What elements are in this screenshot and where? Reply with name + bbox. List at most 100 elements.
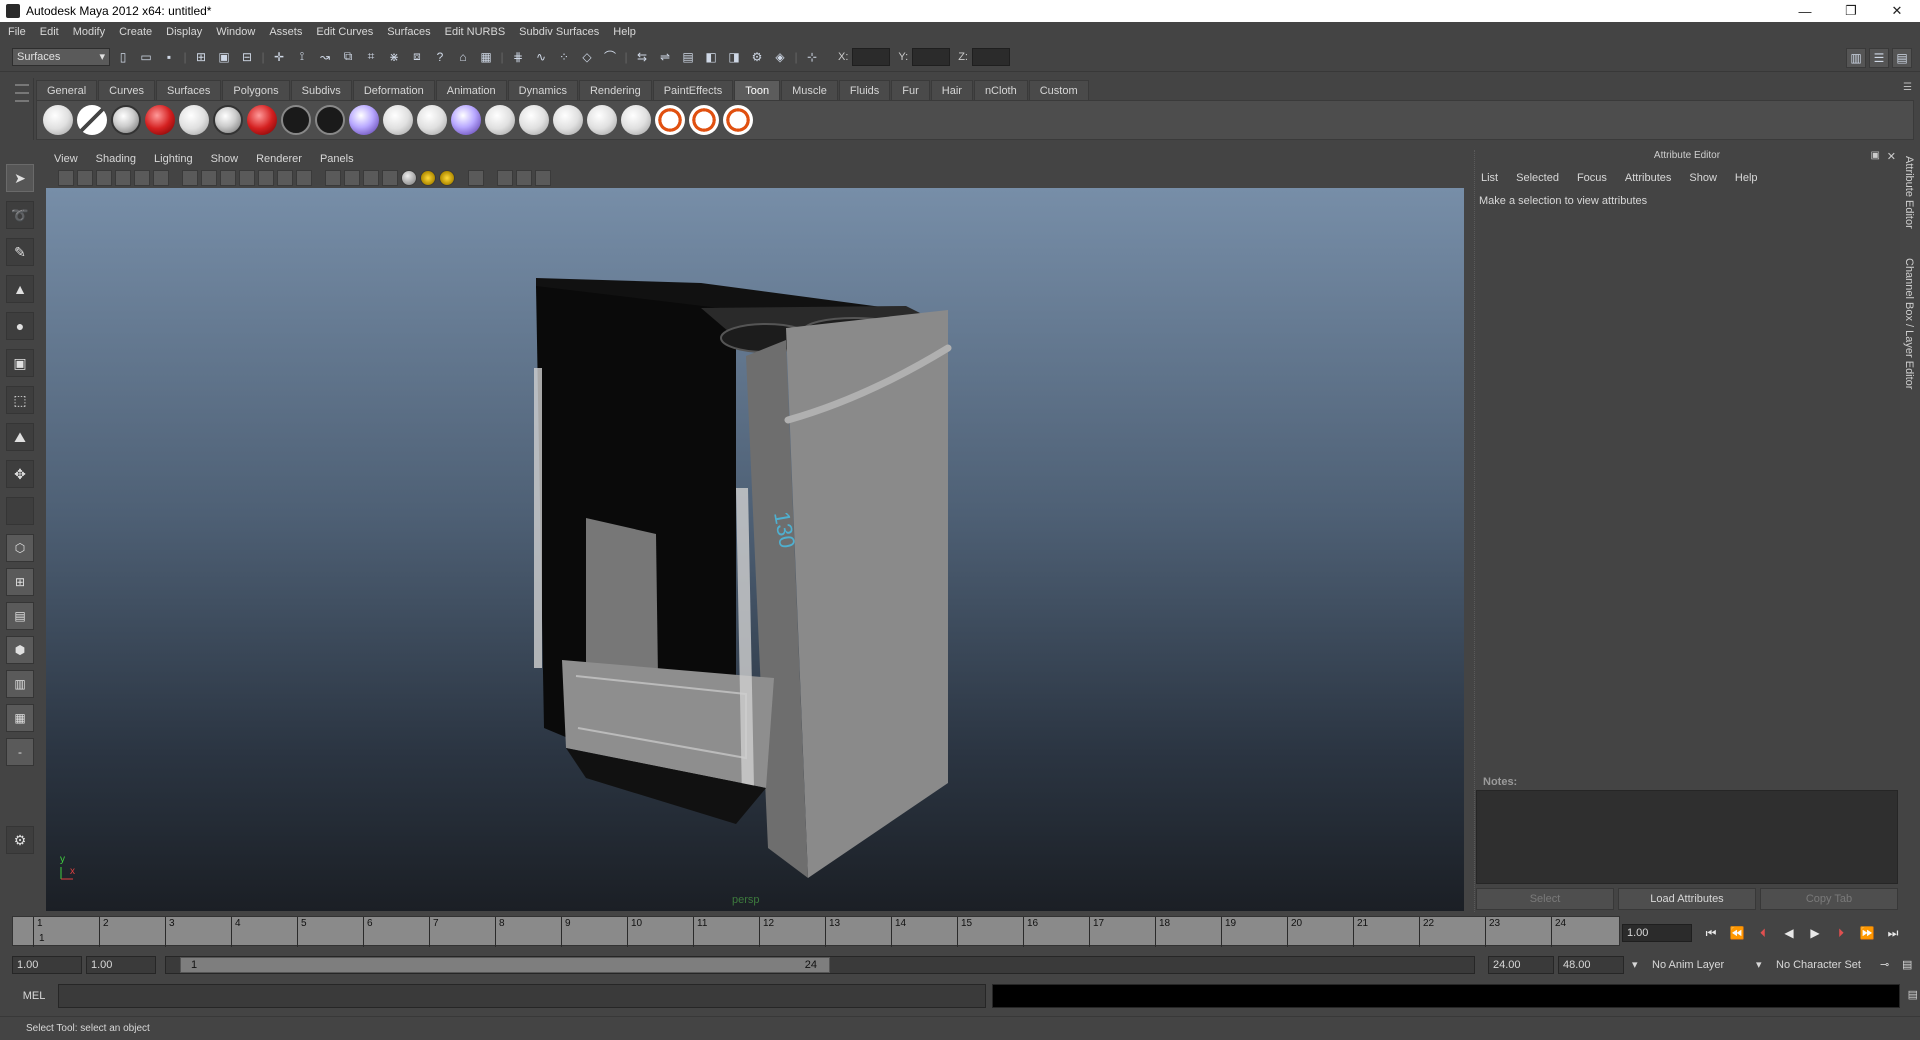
toon-silhouette-icon[interactable]	[349, 105, 379, 135]
shelf-tab-dynamics[interactable]: Dynamics	[507, 80, 578, 100]
go-to-end-icon[interactable]: ⏭	[1880, 924, 1906, 942]
quick-layout-icon[interactable]: ⚙	[6, 826, 34, 854]
toon-paint-brush-icon[interactable]	[485, 105, 515, 135]
ae-menu-list[interactable]: List	[1481, 172, 1498, 184]
select-curves-icon[interactable]: ↝	[315, 47, 335, 67]
menu-help[interactable]: Help	[613, 26, 636, 38]
chevron-down-icon[interactable]: ▾	[1756, 956, 1762, 974]
script-editor-icon[interactable]: ▤	[1908, 988, 1918, 1001]
panel-menu-view[interactable]: View	[54, 153, 78, 165]
xray-icon[interactable]	[497, 170, 513, 186]
shelf-tab-hair[interactable]: Hair	[930, 80, 973, 100]
chevron-down-icon[interactable]: ▾	[1632, 956, 1638, 974]
render-settings-icon[interactable]: ⚙	[747, 47, 767, 67]
toon-profile-lines-icon[interactable]	[383, 105, 413, 135]
paint-select-tool-icon[interactable]: ✎	[6, 238, 34, 266]
textured-icon[interactable]	[382, 170, 398, 186]
panel-menu-lighting[interactable]: Lighting	[154, 153, 193, 165]
shelf-tab-polygons[interactable]: Polygons	[222, 80, 290, 100]
toon-intersection-lines-icon[interactable]	[451, 105, 481, 135]
outliner-perspective-layout-icon[interactable]: ▤	[6, 602, 34, 630]
wireframe-icon[interactable]	[325, 170, 341, 186]
shelf-tab-ncloth[interactable]: nCloth	[973, 80, 1028, 100]
move-tool-icon[interactable]: ▲	[6, 275, 34, 303]
shelf-tab-toon[interactable]: Toon	[734, 80, 781, 100]
use-default-lighting-icon[interactable]	[401, 170, 417, 186]
shelf-editor-handle[interactable]	[10, 78, 34, 140]
shelf-tab-subdivs[interactable]: Subdivs	[290, 80, 352, 100]
shelf-tab-custom[interactable]: Custom	[1028, 80, 1089, 100]
shelf-tab-fur[interactable]: Fur	[891, 80, 930, 100]
character-set-selector[interactable]: No Character Set	[1776, 956, 1861, 974]
panel-menu-panels[interactable]: Panels	[320, 153, 354, 165]
perspective-viewport[interactable]: 130 y x persp	[46, 188, 1464, 911]
history-icon[interactable]: ⇌	[655, 47, 675, 67]
make-live-icon[interactable]: ⌒	[600, 47, 620, 67]
shelf-tab-general[interactable]: General	[36, 80, 98, 100]
select-tool-icon[interactable]: ➤	[6, 164, 34, 192]
maximize-button[interactable]: ❐	[1828, 0, 1874, 22]
shelf-tab-deformation[interactable]: Deformation	[352, 80, 435, 100]
soft-modification-icon[interactable]: ⛰	[6, 423, 34, 451]
last-used-tool-icon[interactable]	[6, 497, 34, 525]
toggle-tool-settings-icon[interactable]: ☰	[1869, 48, 1889, 68]
lock-selection-icon[interactable]: ⌂	[453, 47, 473, 67]
toon-line-modifier-icon[interactable]	[519, 105, 549, 135]
anim-layer-selector[interactable]: No Anim Layer	[1652, 956, 1724, 974]
menu-edit[interactable]: Edit	[40, 26, 59, 38]
shadows-icon[interactable]	[439, 170, 455, 186]
toon-shaded-icon[interactable]	[111, 105, 141, 135]
shelf-tab-painteffects[interactable]: PaintEffects	[652, 80, 734, 100]
x-field[interactable]	[852, 47, 891, 66]
copy-tab-button[interactable]: Copy Tab	[1760, 888, 1898, 910]
resolution-gate-icon[interactable]	[220, 170, 236, 186]
toon-dark-profile-icon[interactable]	[145, 105, 175, 135]
render-frame-icon[interactable]: ◧	[701, 47, 721, 67]
xray-components-icon[interactable]	[535, 170, 551, 186]
step-back-key-icon[interactable]: ⏴	[1750, 924, 1776, 942]
menu-edit-curves[interactable]: Edit Curves	[316, 26, 373, 38]
animation-end-field[interactable]: 48.00	[1558, 956, 1624, 974]
safe-action-icon[interactable]	[277, 170, 293, 186]
menu-modify[interactable]: Modify	[73, 26, 105, 38]
load-attributes-button[interactable]: Load Attributes	[1618, 888, 1756, 910]
shelf-menu-icon[interactable]: ☰	[1903, 82, 1912, 93]
shelf-tab-surfaces[interactable]: Surfaces	[155, 80, 222, 100]
open-scene-icon[interactable]: ▭	[136, 47, 156, 67]
toon-fill-shader-icon[interactable]	[43, 105, 73, 135]
bookmarks-icon[interactable]	[96, 170, 112, 186]
minimize-button[interactable]: —	[1782, 0, 1828, 22]
z-field[interactable]	[971, 47, 1010, 66]
select-deformations-icon[interactable]: ⌗	[361, 47, 381, 67]
ipr-render-icon[interactable]: ◨	[724, 47, 744, 67]
universal-manipulator-icon[interactable]: ⬚	[6, 386, 34, 414]
toggle-attribute-editor-icon[interactable]: ▥	[1846, 48, 1866, 68]
y-field[interactable]	[912, 47, 951, 66]
toon-lips-icon[interactable]	[655, 105, 685, 135]
lasso-tool-icon[interactable]: ➰	[6, 201, 34, 229]
toon-circle-highlight-icon[interactable]	[247, 105, 277, 135]
toggle-channel-box-icon[interactable]: ▤	[1892, 48, 1912, 68]
highlight-selection-icon[interactable]: ▦	[476, 47, 496, 67]
shelf-tab-fluids[interactable]: Fluids	[838, 80, 891, 100]
shelf-tab-animation[interactable]: Animation	[435, 80, 507, 100]
field-chart-icon[interactable]	[258, 170, 274, 186]
toon-lips-alt-icon[interactable]	[689, 105, 719, 135]
snap-to-point-icon[interactable]: ⁘	[554, 47, 574, 67]
input-output-icon[interactable]: ⇆	[632, 47, 652, 67]
animation-start-field[interactable]: 1.00	[12, 956, 82, 974]
trax-perspective-layout-icon[interactable]: ▦	[6, 704, 34, 732]
film-gate-icon[interactable]	[201, 170, 217, 186]
select-by-component-icon[interactable]: ⊟	[237, 47, 257, 67]
layout-options-icon[interactable]: -	[6, 738, 34, 766]
shelf-tab-muscle[interactable]: Muscle	[781, 80, 838, 100]
ae-menu-help[interactable]: Help	[1735, 172, 1758, 184]
toon-outline-icon[interactable]	[281, 105, 311, 135]
play-forwards-icon[interactable]: ▶	[1802, 924, 1828, 942]
gate-mask-icon[interactable]	[239, 170, 255, 186]
smooth-shade-icon[interactable]	[344, 170, 360, 186]
dishwasher-model[interactable]: 130	[46, 188, 1464, 911]
xray-joints-icon[interactable]	[516, 170, 532, 186]
close-button[interactable]: ✕	[1874, 0, 1920, 22]
graph-perspective-layout-icon[interactable]: ⬢	[6, 636, 34, 664]
